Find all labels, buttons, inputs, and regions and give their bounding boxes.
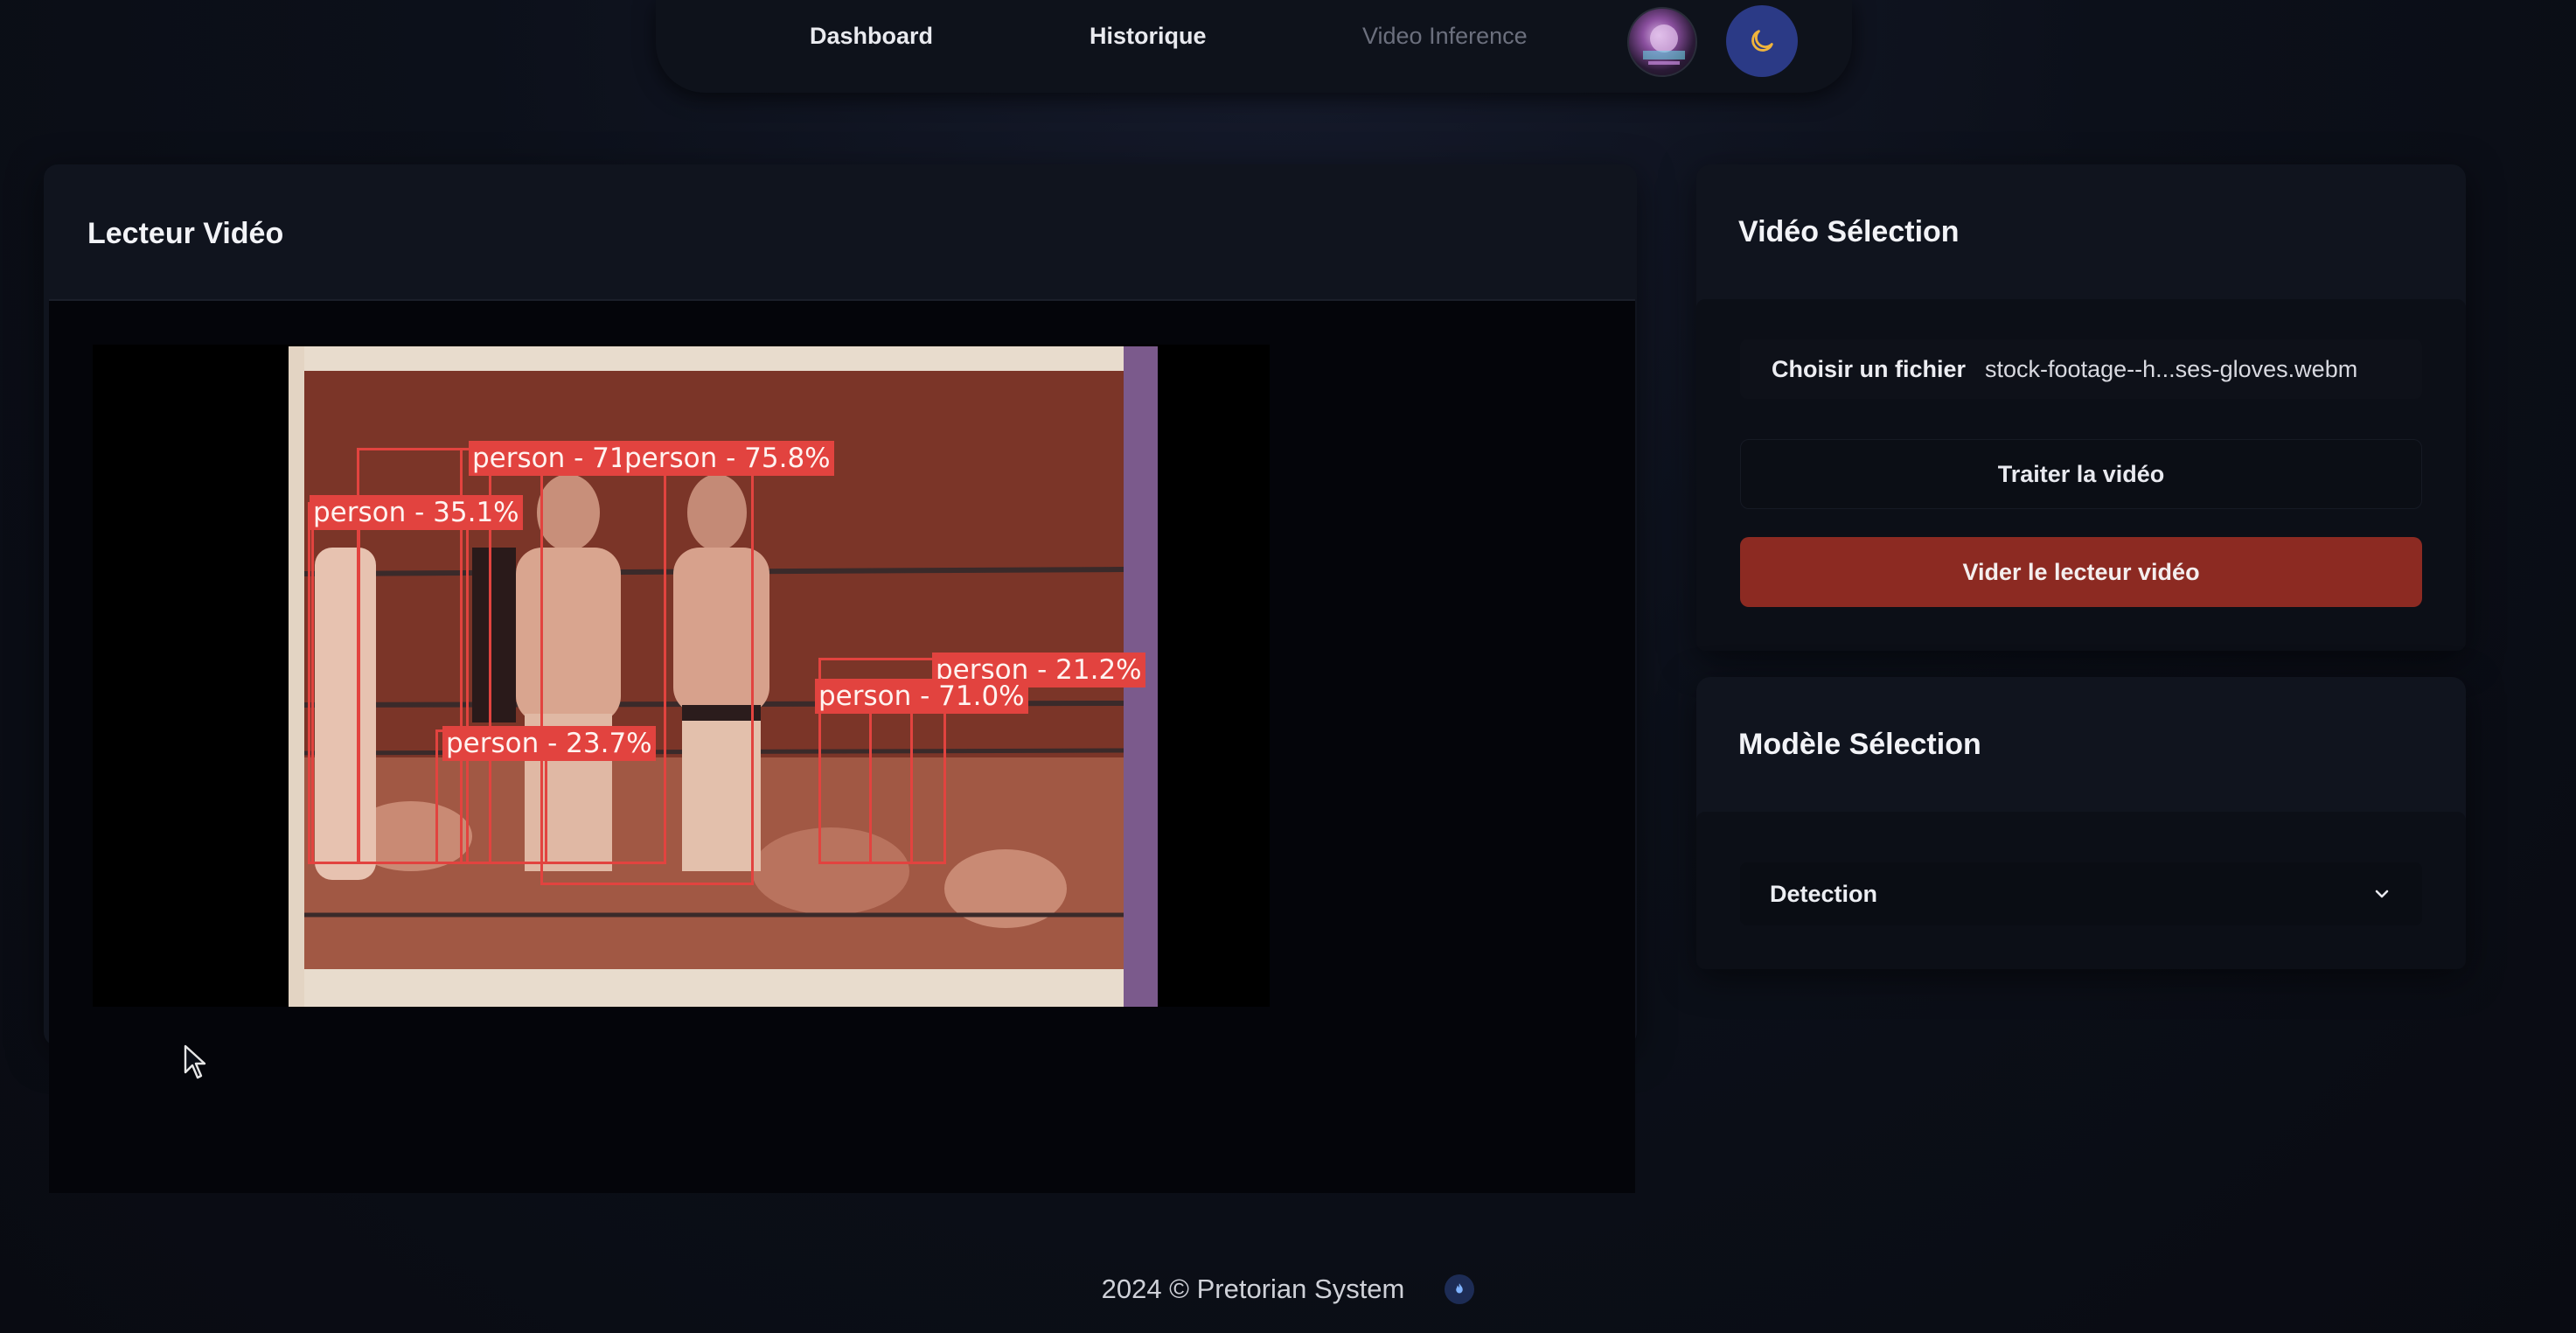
file-input[interactable]: Choisir un fichier stock-footage--h...se… bbox=[1740, 339, 2422, 399]
flame-icon bbox=[1445, 1274, 1475, 1304]
footer-text: 2024 © Pretorian System bbox=[1101, 1274, 1405, 1304]
nav-link-historique[interactable]: Historique bbox=[1090, 23, 1207, 50]
app-page: Dashboard Historique Video Inference Lec… bbox=[0, 0, 2576, 1333]
model-selection-panel: Modèle Sélection Detection bbox=[1696, 677, 2466, 969]
selected-file-name: stock-footage--h...ses-gloves.webm bbox=[1985, 355, 2358, 382]
theme-toggle-button[interactable] bbox=[1726, 5, 1798, 77]
detection-box bbox=[308, 502, 360, 864]
footer: 2024 © Pretorian System bbox=[0, 1274, 2576, 1305]
moon-icon bbox=[1751, 30, 1773, 52]
video-selection-title: Vidéo Sélection bbox=[1738, 215, 1960, 248]
avatar-image bbox=[1643, 24, 1685, 65]
nav-link-dashboard[interactable]: Dashboard bbox=[810, 23, 933, 50]
nav-link-video-inference[interactable]: Video Inference bbox=[1362, 23, 1528, 50]
process-video-button[interactable]: Traiter la vidéo bbox=[1740, 439, 2422, 509]
choose-file-button[interactable]: Choisir un fichier bbox=[1772, 356, 1966, 383]
detection-label: person - 35.1% bbox=[310, 495, 523, 530]
top-navbar: Dashboard Historique Video Inference bbox=[656, 0, 1852, 93]
clear-player-button[interactable]: Vider le lecteur vidéo bbox=[1740, 537, 2422, 607]
detection-label: person - 75.8% bbox=[621, 441, 834, 476]
video-player[interactable]: person - 71.5% person - 75.8% person - 3… bbox=[49, 299, 1635, 1193]
video-player-title: Lecteur Vidéo bbox=[87, 217, 284, 250]
video-viewport: person - 71.5% person - 75.8% person - 3… bbox=[93, 345, 1270, 1007]
detection-label: person - 71.0% bbox=[815, 679, 1028, 714]
detection-box bbox=[540, 448, 754, 885]
detection-label: person - 23.7% bbox=[442, 726, 656, 761]
model-selection-title: Modèle Sélection bbox=[1738, 728, 1981, 761]
video-selection-panel: Vidéo Sélection Choisir un fichier stock… bbox=[1696, 164, 2466, 651]
model-select[interactable]: Detection bbox=[1740, 862, 2422, 925]
model-select-value: Detection bbox=[1770, 880, 1878, 907]
mouse-cursor-icon bbox=[184, 1044, 206, 1079]
avatar[interactable] bbox=[1627, 7, 1697, 77]
chevron-down-icon bbox=[2375, 890, 2389, 898]
